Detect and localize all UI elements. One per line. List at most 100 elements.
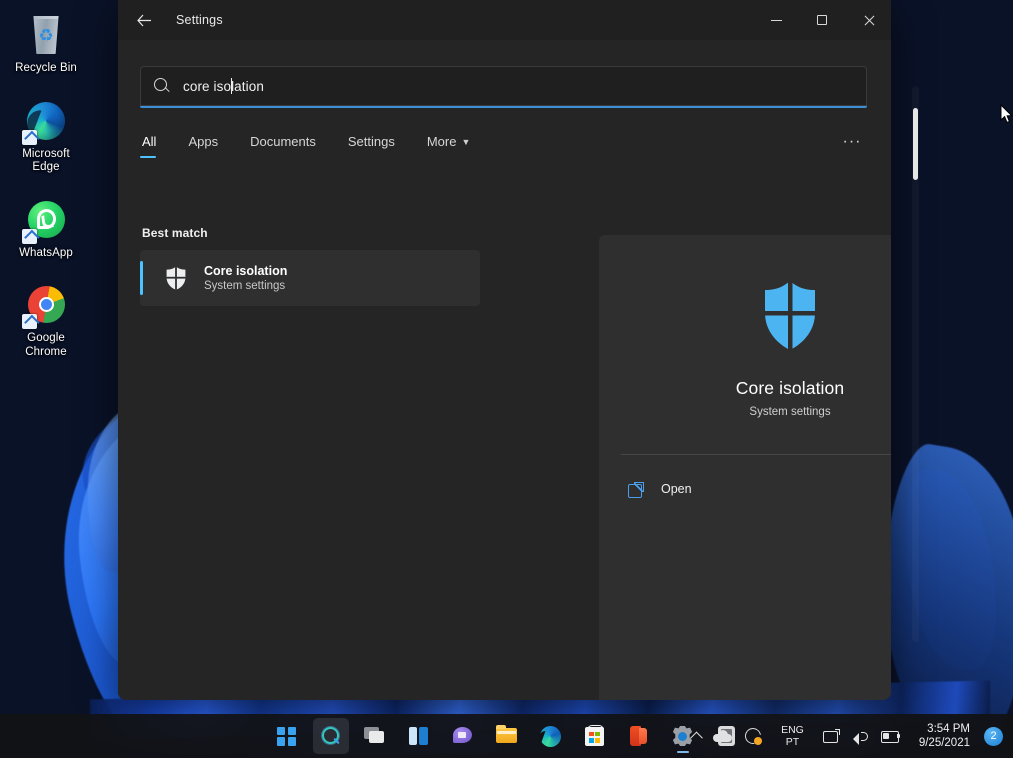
desktop: ♻ Recycle Bin Microsoft Edge WhatsApp — [0, 0, 1013, 758]
tab-label: Settings — [348, 134, 395, 149]
tab-label: Apps — [188, 134, 218, 149]
tab-more[interactable]: More ▼ — [425, 128, 473, 158]
back-button[interactable] — [126, 5, 162, 35]
language-line-2: PT — [781, 736, 804, 748]
task-view-button[interactable] — [357, 718, 393, 754]
clock-time: 3:54 PM — [919, 722, 970, 736]
search-input[interactable]: core isolation — [140, 66, 867, 106]
office-icon — [630, 726, 648, 746]
desktop-icon-microsoft-edge[interactable]: Microsoft Edge — [0, 94, 92, 179]
tab-label: More — [427, 134, 457, 149]
maximize-button[interactable] — [799, 0, 845, 40]
tab-label: All — [142, 134, 156, 149]
clock-date: 9/25/2021 — [919, 736, 970, 750]
desktop-icon-google-chrome[interactable]: Google Chrome — [0, 278, 92, 363]
task-view-icon — [364, 727, 385, 745]
shortcut-arrow-icon — [22, 314, 37, 329]
filter-tabs: All Apps Documents Settings More ▼ ··· — [140, 128, 867, 158]
shortcut-arrow-icon — [22, 229, 37, 244]
clock-button[interactable]: 3:54 PM 9/25/2021 — [907, 720, 984, 752]
google-chrome-icon — [24, 284, 68, 328]
cloud-icon — [713, 730, 732, 742]
network-button[interactable] — [817, 720, 846, 752]
desktop-icon-whatsapp[interactable]: WhatsApp — [0, 193, 92, 265]
minimize-button[interactable] — [753, 0, 799, 40]
scrollbar-thumb[interactable] — [913, 108, 918, 180]
shield-icon — [754, 277, 826, 355]
window-title: Settings — [176, 13, 223, 27]
divider — [621, 454, 891, 455]
search-button[interactable] — [313, 718, 349, 754]
system-tray: ENG PT 3:54 PM 9/25/2021 2 — [686, 714, 1007, 758]
language-indicator[interactable]: ENG PT — [768, 720, 817, 752]
language-line-1: ENG — [781, 724, 804, 736]
search-focus-underline — [140, 106, 867, 108]
tab-all[interactable]: All — [140, 128, 158, 158]
microsoft-edge-icon — [24, 100, 68, 144]
tray-overflow-button[interactable] — [686, 720, 707, 752]
sync-icon — [744, 727, 762, 745]
network-icon — [823, 729, 840, 744]
desktop-icon-label-2: Edge — [2, 161, 90, 175]
shortcut-arrow-icon — [22, 130, 37, 145]
close-button[interactable] — [845, 0, 891, 40]
preview-subtitle: System settings — [621, 406, 891, 418]
search-icon — [153, 77, 171, 95]
update-status-button[interactable] — [738, 720, 768, 752]
chevron-down-icon: ▼ — [461, 137, 470, 147]
taskbar-buttons — [269, 718, 745, 754]
search-input-value: core iso — [183, 79, 231, 94]
search-field-wrapper: core isolation — [140, 66, 867, 108]
results-area: Best match Core isolation System setting — [118, 226, 891, 700]
open-action[interactable]: Open — [621, 473, 891, 505]
desktop-icon-recycle-bin[interactable]: ♻ Recycle Bin — [0, 8, 92, 80]
preview-title: Core isolation — [621, 377, 891, 399]
edge-button[interactable] — [533, 718, 569, 754]
shield-icon — [162, 264, 190, 292]
window-body: core isolation All Apps Documents Settin… — [118, 66, 891, 700]
open-action-label: Open — [661, 482, 692, 496]
best-match-heading: Best match — [142, 226, 480, 240]
result-title: Core isolation — [204, 263, 287, 279]
result-subtitle: System settings — [204, 279, 287, 294]
desktop-icon-label: Microsoft — [2, 148, 90, 162]
window-controls — [753, 0, 891, 40]
desktop-icon-label: WhatsApp — [2, 247, 90, 261]
widgets-button[interactable] — [401, 718, 437, 754]
whatsapp-icon — [24, 199, 68, 243]
microsoft-edge-icon — [540, 726, 561, 747]
start-button[interactable] — [269, 718, 305, 754]
desktop-icon-label: Recycle Bin — [2, 62, 90, 76]
chat-button[interactable] — [445, 718, 481, 754]
file-explorer-button[interactable] — [489, 718, 525, 754]
results-list: Best match Core isolation System setting — [118, 226, 480, 700]
external-link-icon — [627, 480, 645, 498]
result-item-core-isolation[interactable]: Core isolation System settings — [140, 250, 480, 306]
battery-button[interactable] — [875, 720, 907, 752]
search-input-value-rest: lation — [231, 79, 264, 94]
onedrive-button[interactable] — [707, 720, 738, 752]
store-icon — [585, 727, 604, 746]
search-icon — [320, 726, 341, 747]
office-button[interactable] — [621, 718, 657, 754]
window-titlebar: Settings — [118, 0, 891, 40]
volume-button[interactable] — [846, 720, 875, 752]
tab-settings[interactable]: Settings — [346, 128, 397, 158]
microsoft-store-button[interactable] — [577, 718, 613, 754]
notification-badge[interactable]: 2 — [984, 727, 1003, 746]
settings-search-window: Settings core isolation All Apps Docume — [118, 0, 891, 700]
tab-label: Documents — [250, 134, 316, 149]
preview-card: Core isolation System settings Open — [599, 235, 891, 700]
volume-icon — [852, 729, 869, 744]
desktop-icon-label: Google — [2, 332, 90, 346]
battery-icon — [881, 730, 901, 743]
recycle-bin-icon: ♻ — [24, 14, 68, 58]
tab-documents[interactable]: Documents — [248, 128, 318, 158]
scrollbar[interactable] — [912, 86, 919, 642]
tab-apps[interactable]: Apps — [186, 128, 220, 158]
back-arrow-icon — [137, 14, 152, 27]
more-options-button[interactable]: ··· — [837, 128, 867, 156]
folder-icon — [496, 727, 518, 745]
windows-logo-icon — [277, 727, 296, 746]
chat-icon — [453, 727, 473, 745]
